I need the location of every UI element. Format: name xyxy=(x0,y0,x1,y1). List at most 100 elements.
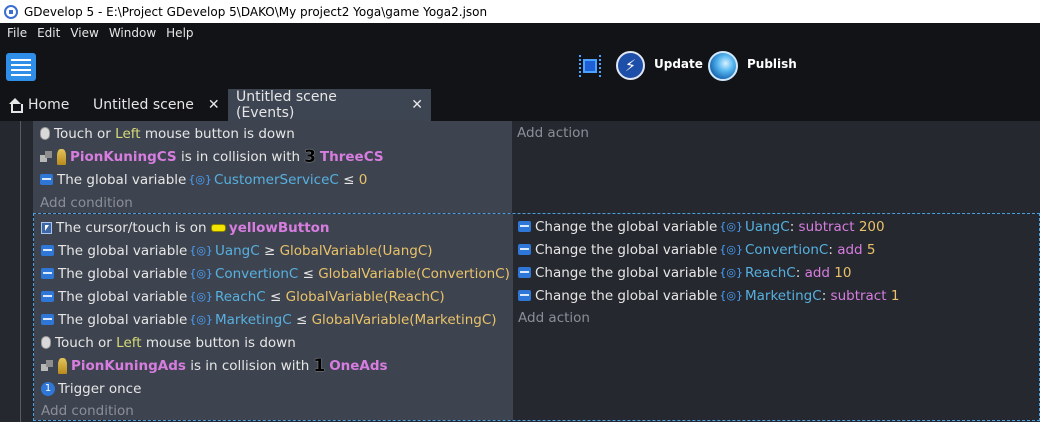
tab-home[interactable]: Home xyxy=(0,89,85,121)
project-manager-icon[interactable] xyxy=(6,53,36,81)
operation: add xyxy=(837,241,863,258)
event-conditions: Touch or Left mouse button is down PionK… xyxy=(33,121,512,213)
publish-globe-icon[interactable] xyxy=(708,51,738,81)
menu-file[interactable]: File xyxy=(2,26,32,40)
operator: ≤ xyxy=(270,288,282,305)
operator: ≤ xyxy=(295,311,308,328)
condition-global-variable[interactable]: The global variable {◎} ReachC ≤ GlobalV… xyxy=(41,285,445,308)
publish-button[interactable]: Publish xyxy=(747,57,797,71)
action-change-global-variable[interactable]: Change the global variable {◎} ReachC: a… xyxy=(518,261,851,284)
value: 0 xyxy=(358,171,368,188)
condition-trigger-once[interactable]: 1 Trigger once xyxy=(41,377,141,400)
mouse-button-value: Left xyxy=(116,334,142,351)
condition-text: The global variable xyxy=(58,311,188,328)
action-change-global-variable[interactable]: Change the global variable {◎} Marketing… xyxy=(518,284,899,307)
collision-icon xyxy=(41,360,54,371)
debugger-icon[interactable] xyxy=(576,53,604,79)
pawn-object-icon xyxy=(57,148,66,165)
add-condition-link[interactable]: Add condition xyxy=(40,191,133,214)
condition-global-variable[interactable]: The global variable {◎} CustomerServiceC… xyxy=(40,168,367,191)
condition-text: Touch or xyxy=(54,125,111,142)
variable-name: MarketingC xyxy=(744,287,822,304)
condition-touch[interactable]: Touch or Left mouse button is down xyxy=(41,331,296,354)
condition-global-variable[interactable]: The global variable {◎} UangC ≥ GlobalVa… xyxy=(41,239,433,262)
action-text: Change the global variable xyxy=(535,218,718,235)
condition-text: is in collision with xyxy=(180,148,301,165)
global-scope-icon: {◎} xyxy=(189,290,213,303)
menu-window[interactable]: Window xyxy=(104,26,161,40)
variable-name: ConvertionC xyxy=(744,241,829,258)
menu-view[interactable]: View xyxy=(65,26,103,40)
action-change-global-variable[interactable]: Change the global variable {◎} Convertio… xyxy=(518,238,876,261)
add-action-link[interactable]: Add action xyxy=(518,306,590,329)
event-block[interactable]: Touch or Left mouse button is down PionK… xyxy=(33,121,1040,213)
condition-cursor-on-object[interactable]: The cursor/touch is on yellowButton xyxy=(41,216,330,239)
global-scope-icon: {◎} xyxy=(189,244,213,257)
menu-bar: File Edit View Window Help xyxy=(0,23,1040,43)
event-tree-line xyxy=(20,121,21,214)
add-condition-link[interactable]: Add condition xyxy=(41,399,134,422)
condition-text: mouse button is down xyxy=(145,334,296,351)
home-icon xyxy=(8,98,23,113)
variable-icon xyxy=(518,221,531,232)
value: 5 xyxy=(866,241,876,258)
event-block-selected[interactable]: The cursor/touch is on yellowButton The … xyxy=(33,213,1040,421)
value: 10 xyxy=(834,264,852,281)
variable-name: UangC xyxy=(214,242,260,259)
action-change-global-variable[interactable]: Change the global variable {◎} UangC: su… xyxy=(518,215,885,238)
close-icon[interactable]: ✕ xyxy=(411,97,423,113)
operation: subtract xyxy=(830,287,887,304)
variable-name: MarketingC xyxy=(214,311,292,328)
condition-touch[interactable]: Touch or Left mouse button is down xyxy=(40,122,295,145)
variable-icon xyxy=(41,268,54,279)
collision-icon xyxy=(40,151,53,162)
window-titlebar: GDevelop 5 - E:\Project GDevelop 5\DAKO\… xyxy=(0,0,1040,23)
action-text: Change the global variable xyxy=(535,264,718,281)
value: GlobalVariable(MarketingC) xyxy=(311,311,497,328)
condition-text: The cursor/touch is on xyxy=(56,219,207,236)
variable-name: CustomerServiceC xyxy=(213,171,339,188)
update-button[interactable]: Update xyxy=(654,57,703,71)
object-name: PionKuningAds xyxy=(71,357,186,374)
trigger-once-icon: 1 xyxy=(41,381,55,396)
number-object-icon: 3 xyxy=(304,146,316,167)
condition-collision[interactable]: PionKuningAds is in collision with 1 One… xyxy=(41,354,388,377)
cursor-icon xyxy=(41,221,52,234)
update-lightning-icon[interactable]: ⚡ xyxy=(616,51,645,80)
window-title: GDevelop 5 - E:\Project GDevelop 5\DAKO\… xyxy=(24,4,488,19)
gdevelop-logo-icon xyxy=(4,4,18,19)
add-action-link[interactable]: Add action xyxy=(517,121,589,144)
tab-untitled-scene[interactable]: Untitled scene ✕ xyxy=(85,89,228,121)
operation: subtract xyxy=(798,218,855,235)
condition-global-variable[interactable]: The global variable {◎} ConvertionC ≤ Gl… xyxy=(41,262,510,285)
close-icon[interactable]: ✕ xyxy=(208,97,220,113)
operator: ≥ xyxy=(263,242,276,259)
variable-name: ConvertionC xyxy=(214,265,299,282)
global-scope-icon: {◎} xyxy=(719,289,743,302)
event-actions: Change the global variable {◎} UangC: su… xyxy=(513,214,1039,420)
event-actions: Add action xyxy=(512,121,1040,213)
menu-edit[interactable]: Edit xyxy=(32,26,65,40)
menu-help[interactable]: Help xyxy=(161,26,198,40)
mouse-icon xyxy=(40,127,50,140)
object-name: ThreeCS xyxy=(319,148,384,165)
variable-name: ReachC xyxy=(744,264,796,281)
value: GlobalVariable(ConvertionC) xyxy=(318,265,510,282)
condition-collision[interactable]: PionKuningCS is in collision with 3 Thre… xyxy=(40,145,384,168)
condition-text: The global variable xyxy=(58,242,188,259)
global-scope-icon: {◎} xyxy=(719,220,743,233)
variable-name: ReachC xyxy=(214,288,266,305)
tab-scene-label: Untitled scene xyxy=(93,97,194,113)
global-scope-icon: {◎} xyxy=(719,243,743,256)
variable-name: UangC xyxy=(744,218,790,235)
tab-scene-events[interactable]: Untitled scene (Events) ✕ xyxy=(228,89,431,121)
number-object-icon: 1 xyxy=(313,355,326,376)
operator: ≤ xyxy=(302,265,314,282)
action-text: Change the global variable xyxy=(535,241,718,258)
object-name: yellowButton xyxy=(228,219,330,236)
variable-icon xyxy=(40,174,53,185)
pawn-object-icon xyxy=(58,357,67,374)
yellow-button-object-icon xyxy=(210,223,226,232)
condition-global-variable[interactable]: The global variable {◎} MarketingC ≤ Glo… xyxy=(41,308,497,331)
condition-text: The global variable xyxy=(58,288,188,305)
